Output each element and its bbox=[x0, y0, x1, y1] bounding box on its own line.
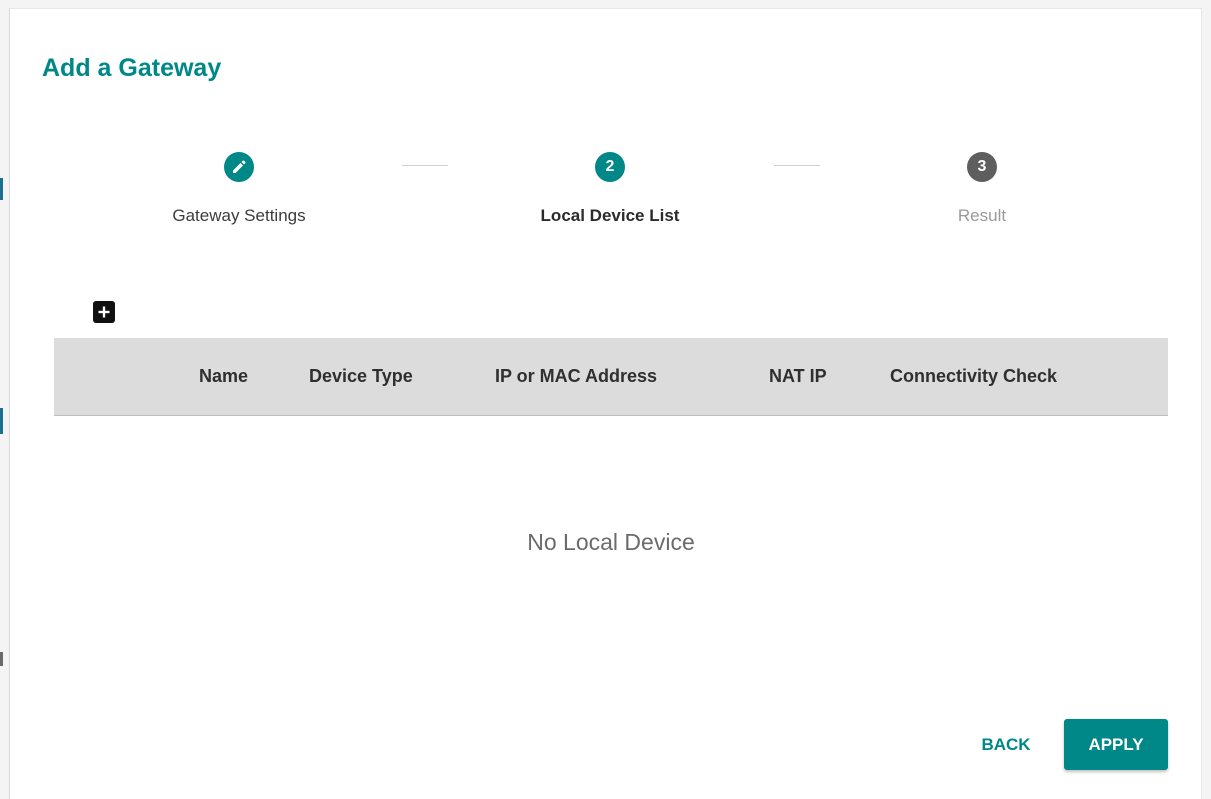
step-1-circle bbox=[224, 152, 254, 182]
step-connector bbox=[774, 165, 820, 166]
apply-button[interactable]: APPLY bbox=[1064, 719, 1168, 770]
step-local-device-list[interactable]: 2 Local Device List bbox=[500, 152, 720, 226]
backdrop-right bbox=[1202, 0, 1211, 799]
add-gateway-dialog: Add a Gateway Gateway Settings 2 Local D… bbox=[9, 8, 1202, 799]
plus-icon bbox=[98, 306, 110, 318]
device-table-header: Name Device Type IP or MAC Address NAT I… bbox=[54, 338, 1168, 416]
backdrop-top bbox=[0, 0, 1211, 8]
column-header-ip-mac-address[interactable]: IP or MAC Address bbox=[495, 366, 657, 387]
step-result[interactable]: 3 Result bbox=[872, 152, 1092, 226]
step-3-label: Result bbox=[957, 206, 1007, 225]
column-header-device-type[interactable]: Device Type bbox=[309, 366, 413, 387]
step-gateway-settings[interactable]: Gateway Settings bbox=[129, 152, 349, 226]
column-header-connectivity-check[interactable]: Connectivity Check bbox=[890, 366, 1057, 387]
column-header-name[interactable]: Name bbox=[199, 366, 248, 387]
step-2-label: Local Device List bbox=[540, 206, 680, 225]
backdrop-left bbox=[0, 0, 9, 799]
backdrop-marker bbox=[0, 408, 3, 434]
page: Add a Gateway Gateway Settings 2 Local D… bbox=[0, 0, 1211, 799]
step-3-circle: 3 bbox=[967, 152, 997, 182]
step-connector bbox=[402, 165, 448, 166]
backdrop-marker bbox=[0, 652, 3, 666]
backdrop-marker bbox=[0, 178, 3, 200]
dialog-title: Add a Gateway bbox=[42, 54, 222, 82]
empty-table-message: No Local Device bbox=[527, 529, 695, 555]
step-1-label: Gateway Settings bbox=[172, 206, 306, 225]
pencil-icon bbox=[233, 160, 246, 173]
add-device-button[interactable] bbox=[93, 301, 115, 323]
column-header-nat-ip[interactable]: NAT IP bbox=[769, 366, 827, 387]
back-button[interactable]: BACK bbox=[965, 721, 1047, 769]
step-2-circle: 2 bbox=[595, 152, 625, 182]
